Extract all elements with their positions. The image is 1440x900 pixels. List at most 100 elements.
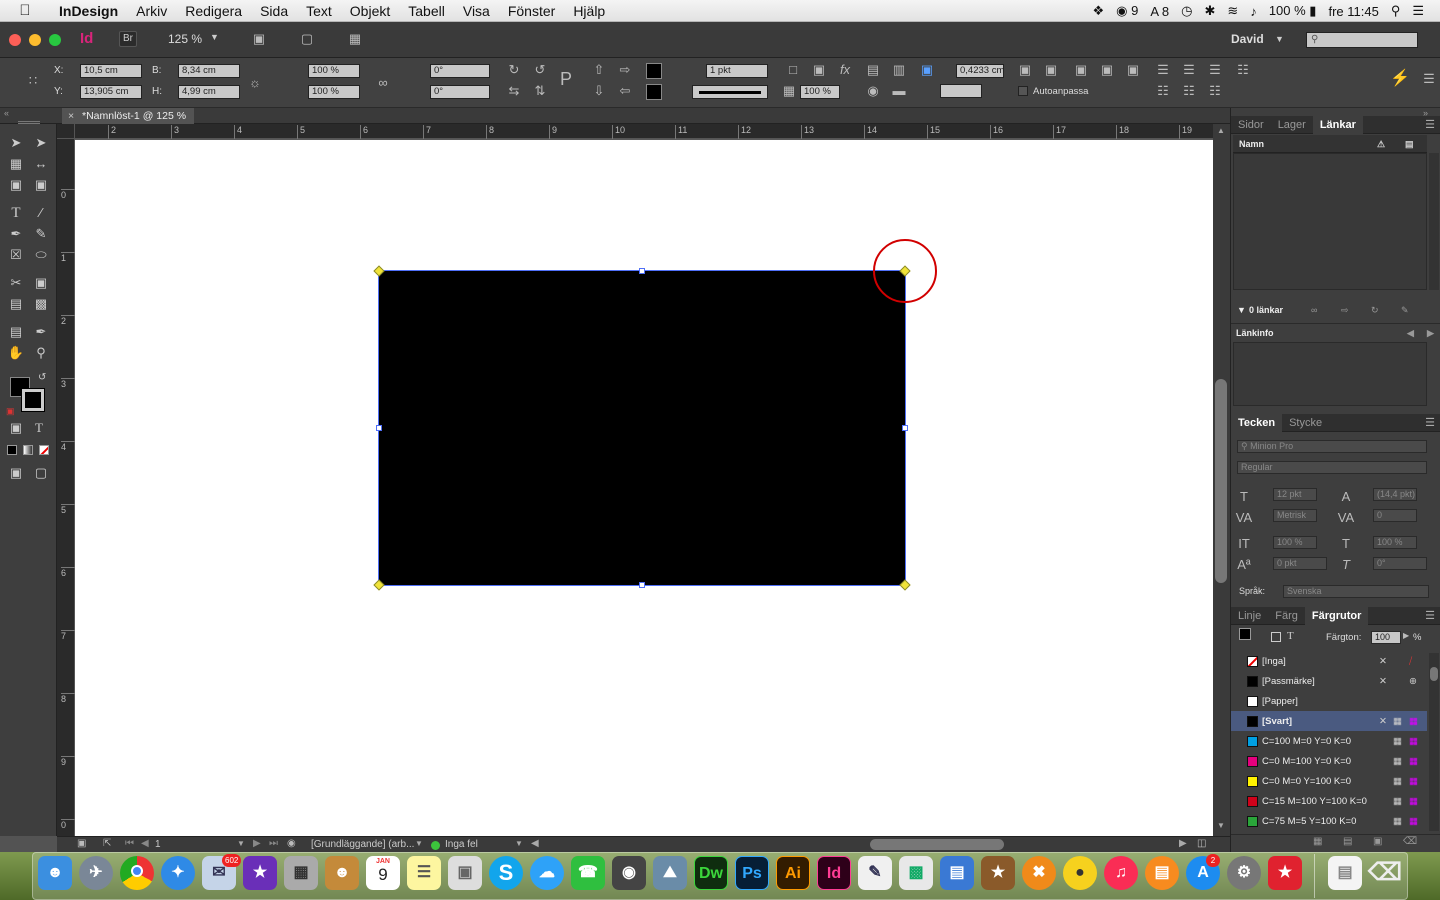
numbers-icon[interactable]: ▩ xyxy=(899,856,933,890)
selected-black-rectangle[interactable] xyxy=(378,270,906,586)
reference-point-icon[interactable]: ∷ xyxy=(22,66,44,96)
previous-link-icon[interactable]: ◀ xyxy=(1407,324,1414,342)
search-input[interactable]: ⚲ xyxy=(1306,32,1418,48)
documents-stack-icon[interactable]: ▤ xyxy=(1328,856,1362,890)
formatting-container-icon[interactable]: ▣ xyxy=(6,419,26,437)
scale-y-field[interactable]: 100 % xyxy=(308,85,360,99)
system-preferences-icon[interactable]: ⚙ xyxy=(1227,856,1261,890)
zoom-window-button[interactable] xyxy=(49,34,61,46)
tint-slider-icon[interactable]: ▶ xyxy=(1403,631,1409,640)
textedit-icon[interactable]: ✎ xyxy=(858,856,892,890)
selection-tool-icon[interactable]: ➤ xyxy=(6,134,26,152)
dreamweaver-icon[interactable]: Dw xyxy=(694,856,728,890)
pencil-tool-icon[interactable]: ✎ xyxy=(31,225,51,243)
tint-field[interactable]: 100 xyxy=(1371,631,1401,644)
flip-horizontal-icon[interactable]: ⇆ xyxy=(505,82,523,100)
content-collector-icon[interactable]: ▣ xyxy=(6,176,26,194)
relink-icon[interactable]: ∞ xyxy=(1311,302,1317,318)
default-colors-icon[interactable]: ▣ xyxy=(6,406,15,417)
rotation-field[interactable]: 0° xyxy=(430,64,490,78)
horizontal-scroll-thumb[interactable] xyxy=(870,839,1004,850)
duck-app-icon[interactable]: ● xyxy=(1063,856,1097,890)
rotate-ccw-icon[interactable]: ↺ xyxy=(531,61,549,79)
split-window-icon[interactable]: ◫ xyxy=(1197,838,1206,849)
link-info-header[interactable]: Länkinfo ◀ ▶ xyxy=(1231,323,1440,341)
tab-stycke[interactable]: Stycke xyxy=(1282,414,1329,432)
font-style-field[interactable]: Regular xyxy=(1237,461,1427,474)
horizontal-ruler[interactable]: 2 3 4 5 6 7 8 9 10 11 12 13 14 15 16 17 18 19 xyxy=(75,124,1213,139)
align-bottom-icon[interactable]: ☷ xyxy=(1206,82,1224,100)
bookmarks-app-icon[interactable]: ★ xyxy=(1268,856,1302,890)
links-scrollbar[interactable] xyxy=(1429,153,1439,290)
links-count-toggle-icon[interactable]: ▼ xyxy=(1237,302,1246,318)
menu-tabell[interactable]: Tabell xyxy=(399,3,454,19)
gradient-tool-icon[interactable]: ▤ xyxy=(6,295,26,313)
keynote-icon[interactable]: ▤ xyxy=(940,856,974,890)
preflight-errors[interactable]: Inga fel xyxy=(445,839,478,850)
tab-tecken[interactable]: Tecken xyxy=(1231,413,1283,432)
swatch-row[interactable]: [Papper] xyxy=(1231,691,1427,711)
menu-fonster[interactable]: Fönster xyxy=(499,3,564,19)
handle-bottom-center[interactable] xyxy=(639,582,645,588)
leading-field[interactable]: (14,4 pkt) xyxy=(1373,488,1417,501)
menu-sida[interactable]: Sida xyxy=(251,3,297,19)
apple-menu-icon[interactable]:  xyxy=(0,2,50,19)
minimize-window-button[interactable] xyxy=(29,34,41,46)
width-field[interactable]: 8,34 cm xyxy=(178,64,240,78)
view-options-icon[interactable]: ▣ xyxy=(250,30,268,48)
swatch-row[interactable]: C=15 M=100 Y=100 K=0 ▦ ▦ xyxy=(1231,791,1427,811)
rectangle-frame-tool-icon[interactable]: ☒ xyxy=(6,246,26,264)
hand-tool-icon[interactable]: ✋ xyxy=(6,344,26,362)
new-color-group-icon[interactable]: ▤ xyxy=(1343,836,1352,847)
itunes-icon[interactable]: ♫ xyxy=(1104,856,1138,890)
vertical-scroll-thumb[interactable] xyxy=(1215,379,1227,583)
stroke-type-select[interactable] xyxy=(692,85,768,99)
notification-center-icon[interactable]: ☰ xyxy=(1412,3,1424,19)
zoom-tool-icon[interactable]: ⚲ xyxy=(31,344,51,362)
eyedropper-tool-icon[interactable]: ✒ xyxy=(31,323,51,341)
rotate-cw-icon[interactable]: ↻ xyxy=(505,61,523,79)
calendar-icon[interactable]: JAN 9 xyxy=(366,856,400,890)
align-right-icon[interactable]: ☰ xyxy=(1206,61,1224,79)
pen-tool-icon[interactable]: ✒ xyxy=(6,225,26,243)
select-previous-icon[interactable]: ⇨ xyxy=(616,61,634,79)
swatches-panel-menu-icon[interactable]: ☰ xyxy=(1425,609,1440,622)
link-scale-icon[interactable]: ∞ xyxy=(374,74,392,92)
swatch-fill-stroke-icon[interactable] xyxy=(1239,628,1251,640)
iphoto-icon[interactable]: ⛰ xyxy=(653,856,687,890)
align-left-icon[interactable]: ☰ xyxy=(1154,61,1172,79)
apply-none-icon[interactable] xyxy=(39,445,49,455)
page-column-icon[interactable]: ▤ xyxy=(1405,135,1414,153)
tracking-field[interactable]: 0 xyxy=(1373,509,1417,522)
fit-frame-icon[interactable]: ▣ xyxy=(1042,61,1060,79)
preflight-profile[interactable]: [Grundläggande] (arb... xyxy=(311,839,414,850)
align-top-icon[interactable]: ☷ xyxy=(1154,82,1172,100)
go-to-link-icon[interactable]: ⇨ xyxy=(1341,302,1349,318)
tab-sidor[interactable]: Sidor xyxy=(1231,116,1271,134)
chevron-down-icon[interactable]: ▼ xyxy=(210,32,219,42)
align-center-icon[interactable]: ☰ xyxy=(1180,61,1198,79)
chrome-icon[interactable] xyxy=(120,856,154,890)
status-icon-1[interactable]: ◉ 9 xyxy=(1116,3,1138,19)
clock[interactable]: fre 11:45 xyxy=(1328,4,1378,19)
font-size-field[interactable]: 12 pkt xyxy=(1273,488,1317,501)
links-panel-menu-icon[interactable]: ☰ xyxy=(1425,118,1440,131)
font-family-field[interactable]: ⚲ Minion Pro xyxy=(1237,440,1427,453)
ibooks-icon[interactable]: ▤ xyxy=(1145,856,1179,890)
previous-page-icon[interactable]: ◀ xyxy=(141,838,149,849)
menu-redigera[interactable]: Redigera xyxy=(176,3,251,19)
stroke-swatch[interactable] xyxy=(646,84,662,100)
chevron-down-icon[interactable]: ▼ xyxy=(1275,34,1284,44)
text-wrap-shape-icon[interactable]: ◉ xyxy=(864,82,882,100)
trash-icon[interactable]: ⌫ xyxy=(1368,856,1402,890)
launchpad-icon[interactable]: ✈ xyxy=(79,856,113,890)
warning-icon[interactable]: ⚠ xyxy=(1377,135,1385,153)
preflight-toggle-icon[interactable]: ▣ xyxy=(77,838,86,849)
dropbox-icon[interactable]: ❖ xyxy=(1092,3,1104,19)
scissors-tool-icon[interactable]: ✂ xyxy=(6,274,26,292)
swatches-scrollbar[interactable] xyxy=(1429,653,1439,831)
menu-app[interactable]: InDesign xyxy=(50,3,127,19)
stroke-color-box[interactable] xyxy=(21,388,45,412)
bluetooth-icon[interactable]: ✱ xyxy=(1205,3,1216,19)
imovie-icon[interactable]: ★ xyxy=(243,856,277,890)
